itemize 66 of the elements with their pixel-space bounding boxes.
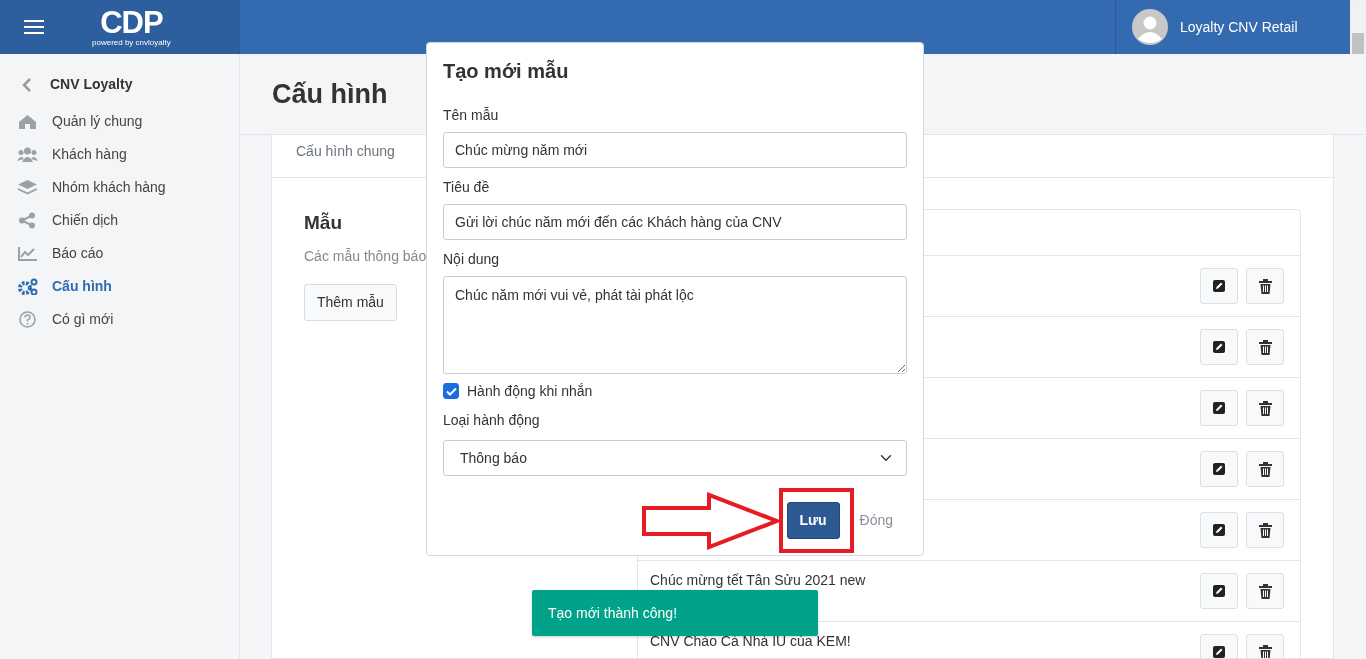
delete-button[interactable] [1246, 390, 1284, 426]
trash-icon [1258, 583, 1272, 599]
sidebar-item[interactable]: Khách hàng [0, 138, 239, 171]
sidebar-item[interactable]: Có gì mới [0, 303, 239, 336]
delete-button[interactable] [1246, 512, 1284, 548]
trash-icon [1258, 400, 1272, 416]
edit-button[interactable] [1200, 268, 1238, 304]
template-name: CNV Chào Cá Nhà IU của KEM! [650, 633, 851, 649]
checkbox[interactable] [443, 383, 459, 399]
edit-icon [1212, 401, 1226, 415]
field-label: Nội dung [443, 250, 501, 268]
trash-icon [1258, 522, 1272, 538]
logo-tagline: powered by cnvloyalty [92, 39, 171, 47]
chart-icon [17, 245, 38, 262]
edit-icon [1212, 462, 1226, 476]
edit-button[interactable] [1200, 329, 1238, 365]
layers-icon [17, 179, 38, 196]
scrollbar[interactable] [1350, 0, 1366, 54]
input-field[interactable]: Gửi lời chúc năm mới đến các Khách hàng của CNV [443, 204, 907, 240]
select-field[interactable]: Thông báo [443, 440, 907, 476]
sidebar-item[interactable]: Cấu hình [0, 270, 239, 303]
sidebar-item[interactable]: Chiến dịch [0, 204, 239, 237]
delete-button[interactable] [1246, 268, 1284, 304]
edit-icon [1212, 584, 1226, 598]
edit-icon [1212, 340, 1226, 354]
edit-button[interactable] [1200, 451, 1238, 487]
delete-button[interactable] [1246, 451, 1284, 487]
trash-icon [1258, 339, 1272, 355]
field-label: Tiêu đề [443, 178, 491, 196]
save-button[interactable]: Lưu [786, 502, 840, 539]
home-icon [17, 113, 38, 130]
people-icon [17, 146, 38, 163]
field-label: Tên mẫu [443, 106, 500, 124]
edit-button[interactable] [1200, 390, 1238, 426]
field-label: Loại hành động [443, 411, 541, 429]
trash-icon [1258, 278, 1272, 294]
page-title: Cấu hình [272, 77, 388, 111]
delete-button[interactable] [1246, 573, 1284, 609]
delete-button[interactable] [1246, 329, 1284, 365]
sidebar-item[interactable]: Báo cáo [0, 237, 239, 270]
tab[interactable]: Cấu hình chung [296, 143, 395, 159]
sidebar-item[interactable]: Quản lý chung [0, 105, 239, 138]
section-heading: Mẫu [304, 211, 342, 235]
add-template-button[interactable]: Thêm mẫu [304, 283, 397, 321]
checkbox-label: Hành động khi nhắn [467, 382, 593, 400]
gears-icon [17, 278, 38, 295]
section-description: Các mẫu thông báo [304, 247, 427, 264]
template-name: Chúc mừng tết Tân Sửu 2021 new [650, 572, 866, 588]
trash-icon [1258, 461, 1272, 477]
menu-icon[interactable] [24, 19, 44, 35]
share-icon [17, 212, 38, 229]
input-field[interactable]: Chúc mừng năm mới [443, 132, 907, 168]
dialog-title: Tạo mới mẫu [443, 59, 570, 83]
help-icon [17, 311, 38, 328]
avatar-icon [1132, 9, 1168, 45]
user-name[interactable]: Loyalty CNV Retail [1180, 16, 1298, 38]
edit-icon [1212, 523, 1226, 537]
sidebar-title: CNV Loyalty [50, 75, 133, 94]
back-icon[interactable] [22, 76, 32, 93]
edit-button[interactable] [1200, 573, 1238, 609]
text-area[interactable]: Chúc năm mới vui vẻ, phát tài phát lộc [443, 276, 907, 374]
sidebar-item[interactable]: Nhóm khách hàng [0, 171, 239, 204]
edit-button[interactable] [1200, 512, 1238, 548]
logo: CDP [100, 7, 163, 38]
edit-icon [1212, 279, 1226, 293]
toast-message: Tạo mới thành công! [548, 603, 678, 623]
